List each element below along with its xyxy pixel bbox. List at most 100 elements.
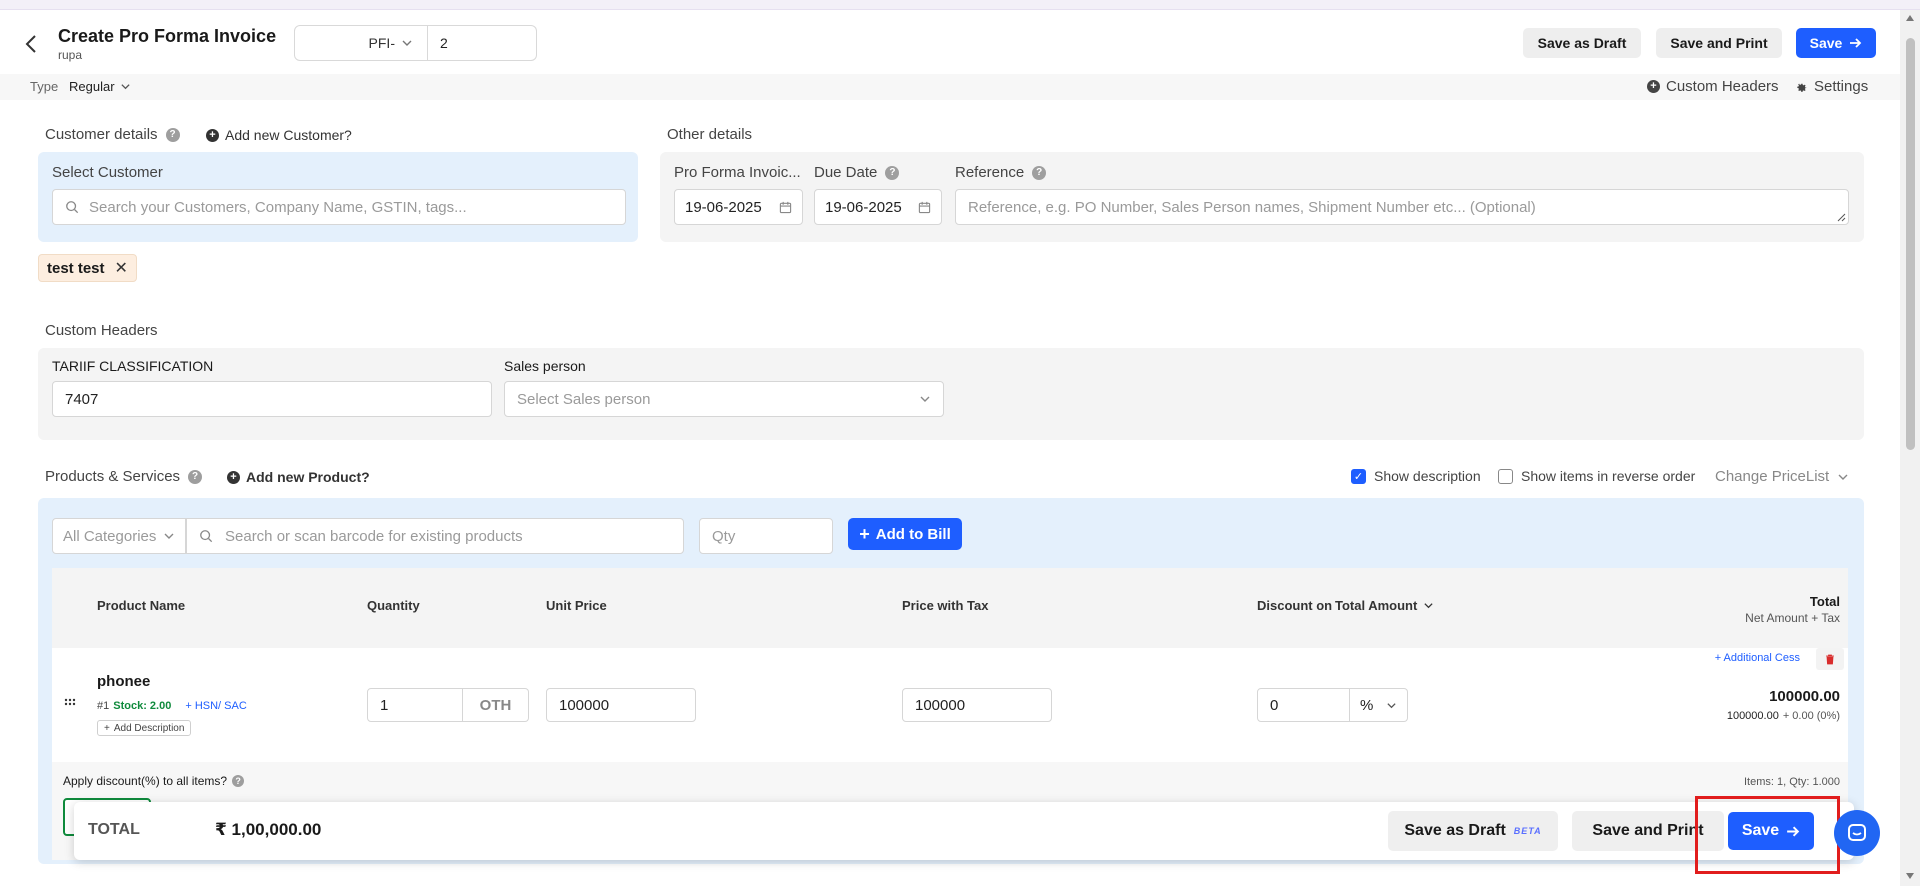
- add-customer-link[interactable]: + Add new Customer?: [206, 127, 352, 143]
- add-to-bill-button[interactable]: + Add to Bill: [848, 518, 962, 550]
- add-product-label: Add new Product?: [246, 469, 370, 485]
- unit-price-input[interactable]: 100000: [546, 688, 696, 722]
- quantity-input[interactable]: 1: [367, 688, 463, 722]
- save-print-button[interactable]: Save and Print: [1656, 28, 1782, 58]
- reverse-order-toggle[interactable]: Show items in reverse order: [1498, 468, 1695, 484]
- unit-select[interactable]: OTH: [463, 688, 529, 722]
- type-select[interactable]: Regular: [69, 79, 131, 94]
- discount-type-value: %: [1360, 696, 1374, 714]
- drag-handle-icon[interactable]: [64, 698, 76, 706]
- hsn-link[interactable]: + HSN/ SAC: [185, 700, 246, 712]
- plus-circle-icon: +: [206, 128, 219, 142]
- save-draft-button[interactable]: Save as Draft: [1523, 28, 1641, 58]
- chevron-down-icon: [1838, 474, 1848, 480]
- product-stock: Stock: 2.00: [113, 700, 172, 712]
- row-net-amount: 100000.00: [1726, 710, 1779, 722]
- customer-section-title: Customer details ?: [45, 126, 180, 143]
- add-description-button[interactable]: + Add Description: [97, 720, 192, 736]
- reference-label: Reference: [955, 164, 1025, 181]
- reference-placeholder: Reference, e.g. PO Number, Sales Person …: [968, 198, 1536, 216]
- invoice-prefix-value: PFI-: [368, 35, 395, 51]
- add-product-link[interactable]: + Add new Product?: [227, 469, 370, 485]
- calendar-icon: [918, 201, 931, 213]
- other-details-title: Other details: [667, 126, 753, 143]
- th-product-name: Product Name: [97, 598, 186, 613]
- discount-type-select[interactable]: %: [1350, 688, 1408, 722]
- chevron-down-icon: [120, 84, 130, 90]
- table-row: phonee #1 Stock: 2.00 + HSN/ SAC + Add D…: [52, 648, 1848, 762]
- product-search-input[interactable]: Search or scan barcode for existing prod…: [186, 518, 684, 554]
- invoice-number-input[interactable]: 2: [428, 25, 537, 61]
- reverse-order-label: Show items in reverse order: [1521, 468, 1696, 484]
- invoice-date-input[interactable]: 19-06-2025: [674, 189, 803, 225]
- qty-input[interactable]: Qty: [699, 518, 833, 554]
- total-value: ₹ 1,00,000.00: [215, 820, 322, 839]
- bottom-total-bar: TOTAL ₹ 1,00,000.00 Save as Draft BETA S…: [74, 802, 1854, 860]
- close-icon[interactable]: ✕: [115, 258, 128, 278]
- help-icon[interactable]: ?: [1032, 165, 1047, 180]
- page-title: Create Pro Forma Invoice: [58, 26, 277, 46]
- tariff-input[interactable]: 7407: [52, 381, 492, 417]
- product-name: phonee: [97, 673, 151, 690]
- bottom-save-button[interactable]: Save: [1728, 812, 1814, 850]
- arrow-right-icon: [1787, 826, 1800, 836]
- save-button[interactable]: Save: [1796, 28, 1876, 58]
- delete-button[interactable]: [1816, 648, 1844, 670]
- gear-icon: [1797, 83, 1807, 92]
- help-icon[interactable]: ?: [885, 165, 900, 180]
- reference-label-wrap: Reference ?: [955, 164, 1047, 181]
- due-date-input[interactable]: 19-06-2025: [814, 189, 942, 225]
- discount-on-select[interactable]: Total Amount: [1335, 598, 1434, 613]
- invoice-prefix-select[interactable]: PFI-: [294, 25, 428, 61]
- plus-circle-icon: +: [227, 470, 240, 484]
- customer-search-input[interactable]: Search your Customers, Company Name, GST…: [52, 189, 626, 225]
- th-total-sub: Net Amount + Tax: [1745, 611, 1840, 625]
- bottom-save-draft-button[interactable]: Save as Draft BETA: [1388, 811, 1558, 851]
- custom-headers-link[interactable]: + Custom Headers: [1647, 78, 1779, 95]
- sales-person-label: Sales person: [504, 358, 586, 374]
- bottom-save-draft-label: Save as Draft: [1404, 822, 1506, 839]
- calendar-icon: [779, 201, 792, 213]
- select-customer-label: Select Customer: [52, 164, 163, 181]
- change-pricelist-select[interactable]: Change PriceList: [1715, 468, 1849, 485]
- table-header: Product Name Quantity Unit Price Price w…: [52, 568, 1848, 648]
- help-icon[interactable]: ?: [165, 127, 180, 142]
- reference-input[interactable]: Reference, e.g. PO Number, Sales Person …: [955, 189, 1849, 225]
- chat-button[interactable]: [1834, 810, 1880, 856]
- bottom-save-print-button[interactable]: Save and Print: [1572, 811, 1724, 851]
- customer-tag-label: test test: [47, 259, 105, 277]
- th-total-label: Total: [1809, 594, 1840, 609]
- scroll-down-icon[interactable]: [1905, 872, 1915, 880]
- th-discount-on: Discount on: [1257, 598, 1333, 613]
- help-icon[interactable]: ?: [188, 469, 203, 484]
- type-value: Regular: [69, 79, 115, 94]
- due-date-label-wrap: Due Date ?: [814, 164, 900, 181]
- price-with-tax-input[interactable]: 100000: [902, 688, 1052, 722]
- back-arrow-icon[interactable]: [20, 32, 44, 56]
- other-details-panel: Pro Forma Invoic... 19-06-2025 Due Date …: [660, 152, 1864, 242]
- add-customer-label: Add new Customer?: [225, 127, 352, 143]
- scrollbar-thumb[interactable]: [1906, 38, 1915, 450]
- categories-select[interactable]: All Categories: [52, 518, 186, 554]
- scroll-up-icon[interactable]: [1905, 14, 1915, 22]
- page-subtitle: rupa: [58, 48, 83, 62]
- beta-badge: BETA: [1513, 826, 1542, 836]
- sales-person-select[interactable]: Select Sales person: [504, 381, 944, 417]
- additional-cess-link[interactable]: + Additional Cess: [1715, 652, 1800, 664]
- custom-headers-title: Custom Headers: [45, 322, 158, 339]
- checkbox-unchecked-icon[interactable]: [1498, 468, 1513, 484]
- show-description-toggle[interactable]: ✓ Show description: [1351, 468, 1481, 484]
- save-button-label: Save: [1809, 35, 1843, 51]
- chevron-down-icon: [164, 533, 174, 539]
- custom-headers-panel: TARIIF CLASSIFICATION 7407 Sales person …: [38, 348, 1864, 440]
- sales-person-placeholder: Select Sales person: [517, 390, 651, 408]
- products-section-title: Products & Services ?: [45, 468, 203, 485]
- resize-handle-icon: [1837, 213, 1846, 222]
- chevron-down-icon: [920, 396, 930, 402]
- settings-link[interactable]: Settings: [1794, 78, 1868, 95]
- chat-icon: [1848, 824, 1866, 841]
- checkbox-checked-icon[interactable]: ✓: [1351, 468, 1366, 484]
- products-section-label: Products & Services: [45, 468, 181, 485]
- help-icon[interactable]: ?: [232, 775, 245, 787]
- discount-input[interactable]: 0: [1257, 688, 1350, 722]
